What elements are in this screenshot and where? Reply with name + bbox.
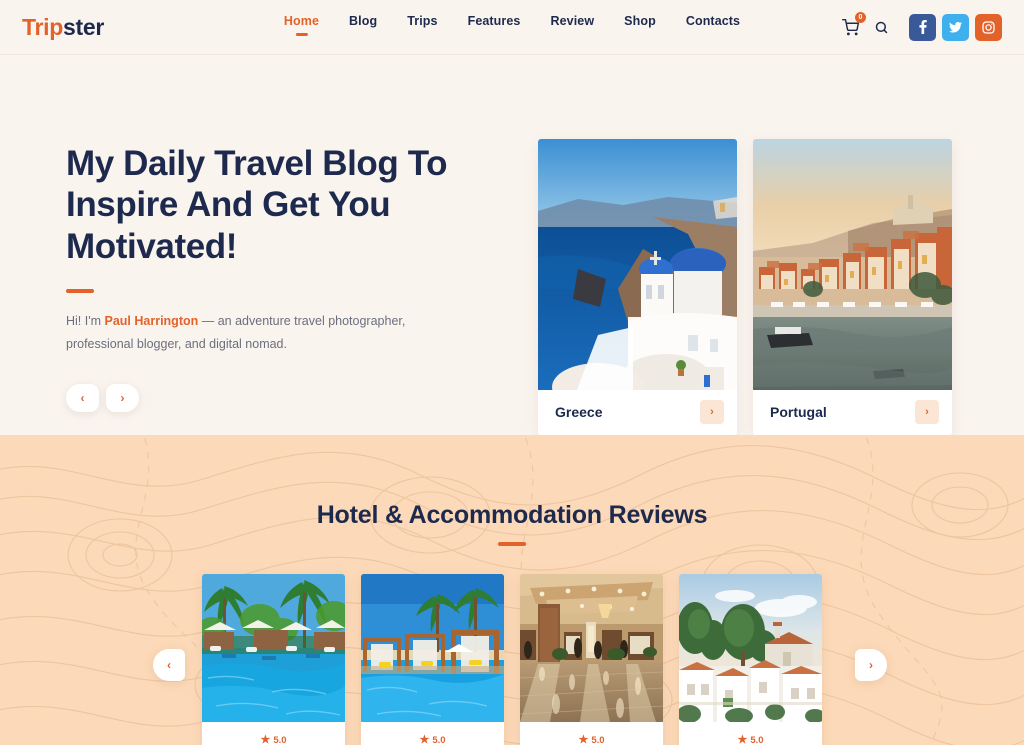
white-village-photo [679,574,822,722]
destination-cards: Greece › Portugal › [538,55,952,435]
beach-cabanas-photo [361,574,504,722]
nav-item-trips[interactable]: Trips [407,14,437,36]
destination-footer-portugal: Portugal › [753,389,952,435]
page-title: My Daily Travel Blog To Inspire And Get … [66,143,522,267]
hotel-card-body-windermere: ★ 5.0 Windermere Hotel [202,722,345,745]
hero-subtitle: Hi! I'm Paul Harrington — an adventure t… [66,310,406,356]
destination-name-portugal: Portugal [770,404,827,421]
destination-arrow-greece[interactable]: › [700,400,724,425]
santorini-greece-photo [538,139,737,390]
nav-item-review[interactable]: Review [550,14,594,36]
hotel-rating-pousada-de-gracia: ★ 5.0 [687,735,814,745]
facebook-icon[interactable] [909,13,936,41]
destination-card-greece[interactable]: Greece › [538,139,737,435]
title-divider [66,288,94,293]
tropical-pool-palms-photo [202,574,345,722]
section-title: Hotel & Accommodation Reviews [316,501,708,529]
star-icon: ★ [578,734,589,745]
hero-carousel-controls: ‹ › [66,384,522,413]
hotel-reviews-section: Hotel & Accommodation Reviews ‹ › ★ 5.0 … [0,435,1024,745]
hero-prev-button[interactable]: ‹ [66,384,99,413]
hero-author-name: Paul Harrington [104,313,199,328]
hero-greeting: Hi! I'm [66,313,105,328]
twitter-icon[interactable] [942,13,969,41]
hero-title-line-1: My Daily Travel Blog To [66,144,448,183]
star-icon: ★ [260,734,271,745]
hero-title-line-3: Motivated! [66,226,238,266]
hero-section: My Daily Travel Blog To Inspire And Get … [0,55,1024,435]
social-links [909,13,1002,41]
hotel-rating-value: 5.0 [591,735,605,745]
star-icon: ★ [419,734,430,745]
hotel-rating-value: 5.0 [273,735,287,745]
destination-card-portugal[interactable]: Portugal › [753,139,952,435]
hotel-rating-value: 5.0 [750,735,764,745]
logo-part-trip: Trip [22,13,63,40]
cart-count-badge: 0 [855,12,866,23]
site-logo[interactable]: Tripster [22,14,104,41]
hero-next-button[interactable]: › [106,384,139,413]
hotel-card-body-ashdown-park: ★ 5.0 Ashdown Park Hotel [520,722,663,745]
hotel-card-list: ★ 5.0 Windermere Hotel [0,574,1024,745]
hotel-rating-value: 5.0 [432,735,446,745]
nav-item-shop[interactable]: Shop [624,14,656,36]
nav-item-blog[interactable]: Blog [349,14,377,36]
hero-copy: My Daily Travel Blog To Inspire And Get … [22,55,522,435]
hotel-rating-windermere: ★ 5.0 [210,735,337,745]
hotel-rating-ashdown-park: ★ 5.0 [528,735,655,745]
nav-item-features[interactable]: Features [468,14,521,36]
star-icon: ★ [737,734,748,745]
hotel-card-pousada-de-gracia[interactable]: ★ 5.0 Pousada de Grácia Hotel [679,574,822,745]
hotel-card-body-pousada-de-gracia: ★ 5.0 Pousada de Grácia Hotel [679,722,822,745]
hotel-card-dana-langkawi[interactable]: ★ 5.0 Dana Langkawi Hotel [361,574,504,745]
main-navigation: Home Blog Trips Features Review Shop Con… [284,14,740,36]
instagram-icon[interactable] [975,13,1002,41]
hotel-rating-dana-langkawi: ★ 5.0 [369,735,496,745]
hotel-lobby-interior-photo [520,574,663,722]
nav-item-home[interactable]: Home [284,14,319,36]
hero-title-line-2: Inspire And Get You [66,185,391,225]
hotel-card-ashdown-park[interactable]: ★ 5.0 Ashdown Park Hotel [520,574,663,745]
site-header: Tripster Home Blog Trips Features Review… [0,0,1024,55]
header-actions: 0 [840,12,1002,41]
destination-name-greece: Greece [555,404,603,421]
hotel-card-body-dana-langkawi: ★ 5.0 Dana Langkawi Hotel [361,722,504,745]
destination-footer-greece: Greece › [538,389,737,435]
shopping-cart-icon[interactable]: 0 [840,12,866,37]
porto-portugal-photo [753,139,952,390]
logo-part-ster: ster [62,13,104,40]
nav-item-contacts[interactable]: Contacts [686,14,740,36]
search-icon[interactable] [874,20,889,35]
hotel-card-windermere[interactable]: ★ 5.0 Windermere Hotel [202,574,345,745]
destination-arrow-portugal[interactable]: › [915,400,939,425]
